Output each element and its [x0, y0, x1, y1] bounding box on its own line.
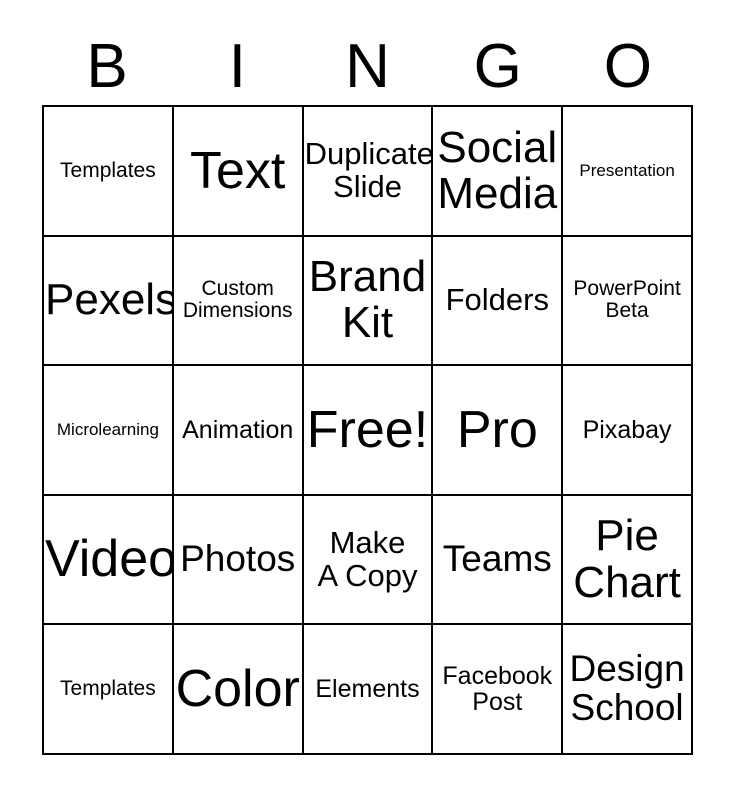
bingo-cell[interactable]: Teams: [433, 495, 564, 626]
bingo-header-cell: G: [433, 28, 563, 105]
bingo-cell-label: Pexels: [45, 275, 174, 325]
bingo-cell-label: Pro: [456, 400, 538, 459]
bingo-header-cell: B: [42, 28, 172, 105]
bingo-card: B I N G O Templates Text Duplicate Slide Social…: [0, 0, 736, 800]
bingo-cell[interactable]: Pie Chart: [563, 495, 693, 626]
bingo-header-cell: O: [563, 28, 693, 105]
bingo-cell-label: Templates: [60, 158, 156, 182]
bingo-cell-label: Pixabay: [582, 415, 672, 444]
bingo-grid: Templates Text Duplicate Slide Social Media…: [42, 105, 693, 755]
bingo-header-letter: O: [603, 31, 653, 101]
bingo-cell[interactable]: Pexels: [44, 236, 174, 367]
bingo-header-letter: N: [345, 31, 390, 101]
bingo-cell[interactable]: Social Media: [433, 107, 564, 237]
bingo-cell[interactable]: Animation: [173, 366, 304, 496]
bingo-cell[interactable]: Duplicate Slide: [303, 107, 434, 237]
bingo-header-letter: I: [228, 31, 246, 101]
bingo-cell-label: Make A Copy: [317, 525, 418, 593]
bingo-cell-label: Folders: [445, 282, 549, 318]
bingo-cell-label: Social Media: [437, 122, 558, 218]
bingo-cell[interactable]: Microlearning: [44, 366, 174, 496]
bingo-cell[interactable]: Presentation: [563, 107, 693, 237]
bingo-header: BINGO: [42, 28, 693, 105]
bingo-cell-label: Brand Kit: [308, 252, 427, 348]
bingo-cell[interactable]: Make A Copy: [303, 495, 434, 626]
bingo-cell-label: Free!: [306, 400, 429, 459]
bingo-cell[interactable]: Templates: [44, 625, 174, 755]
bingo-cell-label: Photos: [180, 538, 296, 580]
bingo-cell[interactable]: Color: [173, 625, 304, 755]
bingo-cell[interactable]: PowerPoint Beta: [563, 236, 693, 367]
bingo-cell[interactable]: Pixabay: [563, 366, 693, 496]
bingo-cell[interactable]: Brand Kit: [303, 236, 434, 367]
bingo-cell-label: Teams: [442, 538, 552, 580]
bingo-cell[interactable]: Pro: [433, 366, 564, 496]
bingo-cell[interactable]: Design School: [563, 625, 693, 755]
bingo-cell[interactable]: Elements: [303, 625, 434, 755]
bingo-cell[interactable]: Video: [44, 495, 174, 626]
bingo-cell[interactable]: Text: [173, 107, 304, 237]
bingo-cell-label: Presentation: [579, 160, 675, 180]
bingo-cell-label: PowerPoint Beta: [573, 277, 681, 323]
bingo-header-letter: B: [86, 31, 128, 101]
bingo-cell-label: Templates: [60, 677, 156, 701]
bingo-cell-label: Text: [190, 141, 286, 200]
bingo-cell[interactable]: Folders: [433, 236, 564, 367]
bingo-cell-label: Animation: [182, 415, 294, 444]
bingo-cell-label: Video: [45, 530, 174, 589]
bingo-cell-label: Color: [175, 659, 300, 718]
bingo-cell-label: Design School: [569, 648, 685, 729]
bingo-cell-label: Custom Dimensions: [182, 277, 293, 323]
bingo-cell-label: Elements: [315, 675, 420, 704]
bingo-header-letter: G: [473, 31, 522, 101]
bingo-cell-label: Duplicate Slide: [304, 136, 434, 204]
bingo-cell-label: Facebook Post: [442, 661, 553, 717]
bingo-cell[interactable]: Templates: [44, 107, 174, 237]
bingo-header-cell: I: [172, 28, 302, 105]
bingo-cell[interactable]: Custom Dimensions: [173, 236, 304, 367]
bingo-header-cell: N: [302, 28, 432, 105]
bingo-cell-label: Pie Chart: [573, 511, 681, 607]
bingo-cell-label: Microlearning: [56, 420, 159, 440]
bingo-cell[interactable]: Facebook Post: [433, 625, 564, 755]
bingo-cell[interactable]: Photos: [173, 495, 304, 626]
bingo-free-space-cell[interactable]: Free!: [303, 366, 434, 496]
